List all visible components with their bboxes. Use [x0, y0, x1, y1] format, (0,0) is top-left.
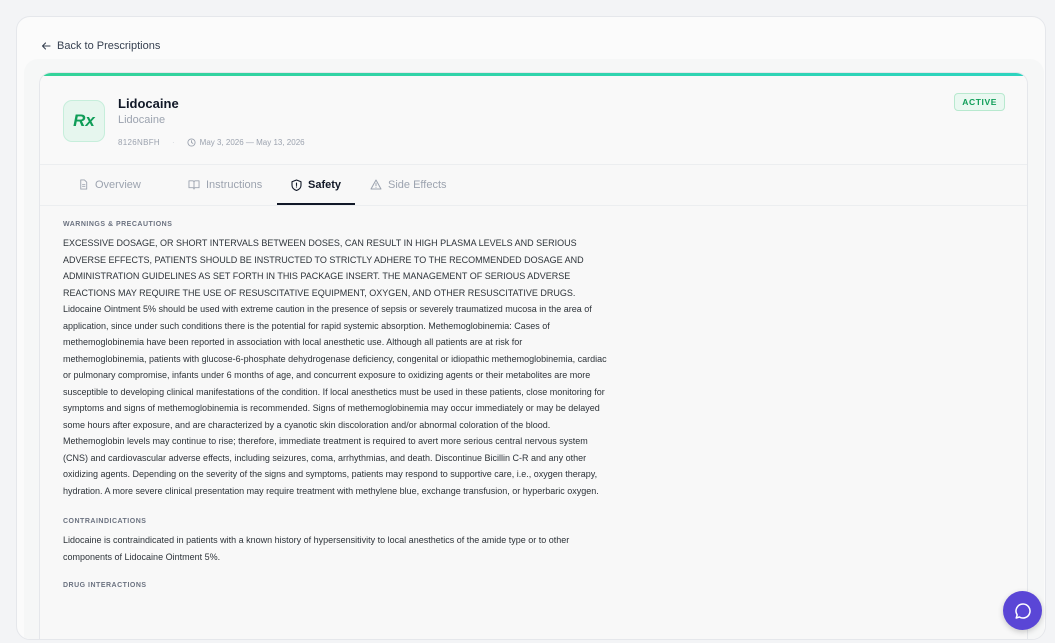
tab-side-effects-label: Side Effects	[388, 178, 447, 191]
shield-icon	[291, 178, 302, 191]
arrow-left-icon	[41, 41, 51, 51]
warning-icon	[370, 179, 382, 190]
date-range: May 3, 2026 — May 13, 2026	[199, 138, 305, 147]
warnings-section: WARNINGS & PRECAUTIONS EXCESSIVE DOSAGE,…	[63, 221, 608, 499]
prescription-header: Rx Lidocaine Lidocaine 8126NBFH · May 3,…	[40, 76, 1027, 165]
prescription-meta: 8126NBFH · May 3, 2026 — May 13, 2026	[118, 138, 305, 147]
drug-interactions-section: DRUG INTERACTIONS	[63, 582, 608, 589]
clock-icon	[187, 138, 196, 147]
tab-safety-label: Safety	[308, 178, 342, 191]
document-icon	[78, 179, 89, 190]
section-title: CONTRAINDICATIONS	[63, 518, 147, 525]
drug-generic-name: Lidocaine	[118, 114, 166, 126]
section-title: DRUG INTERACTIONS	[63, 582, 147, 589]
rx-icon: Rx	[63, 100, 105, 142]
tab-overview-label: Overview	[95, 178, 141, 191]
prescription-card: Rx Lidocaine Lidocaine 8126NBFH · May 3,…	[39, 72, 1028, 639]
section-title: WARNINGS & PRECAUTIONS	[63, 221, 173, 228]
rx-icon-label: Rx	[73, 111, 95, 130]
section-body: Lidocaine is contraindicated in patients…	[63, 535, 570, 562]
page-frame: Back to Prescriptions Rx Lidocaine Lidoc…	[16, 16, 1046, 640]
prescription-code: 8126NBFH	[118, 138, 160, 147]
prescription-dates: May 3, 2026 — May 13, 2026	[187, 138, 305, 147]
tab-side-effects[interactable]: Side Effects	[370, 165, 447, 204]
section-body: EXCESSIVE DOSAGE, OR SHORT INTERVALS BET…	[63, 238, 607, 496]
chat-button[interactable]	[1003, 591, 1042, 630]
tab-safety[interactable]: Safety	[277, 165, 356, 205]
meta-separator: ·	[171, 138, 175, 147]
back-link-label: Back to Prescriptions	[57, 40, 161, 52]
safety-content: WARNINGS & PRECAUTIONS EXCESSIVE DOSAGE,…	[63, 221, 608, 589]
tab-overview[interactable]: Overview	[78, 165, 141, 204]
status-badge: ACTIVE	[954, 93, 1005, 111]
contraindications-section: CONTRAINDICATIONS Lidocaine is contraind…	[63, 518, 608, 565]
drug-name: Lidocaine	[118, 96, 179, 111]
chat-bubble-icon	[1014, 602, 1032, 620]
tab-instructions[interactable]: Instructions	[188, 165, 262, 204]
tab-instructions-label: Instructions	[206, 178, 263, 191]
book-icon	[188, 179, 200, 190]
tab-bar: Overview Instructions Safety Side Effect…	[40, 165, 1027, 206]
back-to-prescriptions-link[interactable]: Back to Prescriptions	[41, 40, 160, 52]
